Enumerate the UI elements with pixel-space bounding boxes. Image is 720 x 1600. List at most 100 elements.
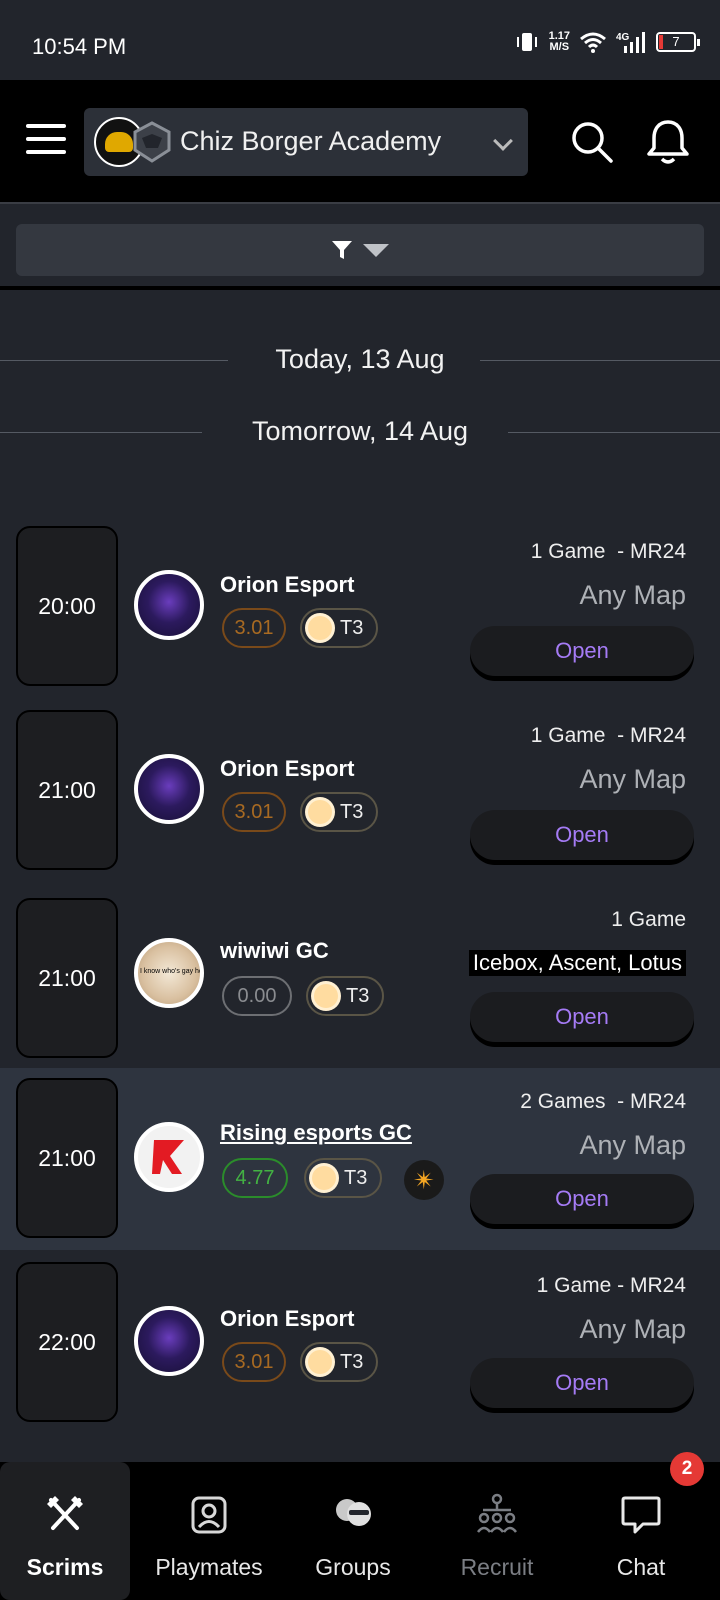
team-name: Chiz Borger Academy [180, 126, 442, 156]
tier-label: T3 [346, 984, 370, 1007]
tier-label: T3 [340, 1350, 364, 1373]
tier-label: T3 [344, 1166, 368, 1189]
scrim-time: 21:00 [16, 710, 118, 870]
scrim-row[interactable]: 20:00 Orion Esport 3.01 T3 1 Game - MR24… [0, 524, 720, 708]
rating-badge: 3.01 [222, 608, 286, 648]
rank-emblem-icon [133, 121, 171, 163]
tier-badge: T3 [304, 1158, 382, 1198]
team-avatar [134, 938, 204, 1008]
nav-playmates[interactable]: Playmates [144, 1462, 274, 1600]
bell-icon[interactable] [646, 118, 690, 166]
vibrate-icon [516, 33, 537, 51]
team-selector[interactable]: Chiz Borger Academy [84, 108, 528, 176]
team-avatar [134, 570, 204, 640]
nav-scrims[interactable]: Scrims [0, 1462, 130, 1600]
status-time: 10:54 PM [32, 34, 127, 59]
sun-icon [308, 1350, 332, 1374]
status-icons: 1.17 M/S 4G 7 [515, 30, 700, 54]
nav-label: Recruit [460, 1554, 534, 1580]
tier-badge: T3 [306, 976, 384, 1016]
nav-groups[interactable]: Groups [288, 1462, 418, 1600]
map-info: Any Map [579, 1314, 686, 1344]
menu-button[interactable] [26, 124, 66, 156]
nav-chat[interactable]: 2 Chat [576, 1452, 706, 1600]
app-header: Chiz Borger Academy [0, 80, 720, 204]
nav-label: Groups [315, 1554, 391, 1580]
tier-badge: T3 [300, 608, 378, 648]
search-icon[interactable] [570, 120, 614, 164]
scrim-row[interactable]: 21:00 Rising esports GC 4.77 T3 ✴ 2 Game… [0, 1068, 720, 1250]
scrim-time: 21:00 [16, 898, 118, 1058]
games-info: 2 Games - MR24 [520, 1090, 686, 1113]
games-info: 1 Game [611, 908, 686, 931]
rating-badge: 0.00 [222, 976, 292, 1016]
map-info: Icebox, Ascent, Lotus [468, 950, 686, 976]
net-speed: 1.17 M/S [549, 31, 570, 53]
tier-label: T3 [340, 800, 364, 823]
map-info: Any Map [579, 764, 686, 794]
games-info: 1 Game - MR24 [530, 724, 686, 747]
rising-logo-icon [152, 1140, 184, 1174]
games-info: 1 Game - MR24 [530, 540, 686, 563]
tier-label: T3 [340, 616, 364, 639]
open-button[interactable]: Open [470, 992, 694, 1042]
chevron-down-icon [493, 131, 513, 151]
masked-group-icon [336, 1499, 371, 1526]
scrim-time: 21:00 [16, 1078, 118, 1238]
scrim-row[interactable]: 22:00 Orion Esport 3.01 T3 1 Game - MR24… [0, 1252, 720, 1436]
battery-icon: 7 [656, 32, 700, 52]
nav-recruit[interactable]: Recruit [432, 1462, 562, 1600]
scrim-row[interactable]: 21:00 Orion Esport 3.01 T3 1 Game - MR24… [0, 708, 720, 892]
open-button[interactable]: Open [470, 810, 694, 860]
signal-icon: 4G [616, 32, 645, 53]
team-name[interactable]: Orion Esport [220, 572, 354, 598]
rating-badge: 3.01 [222, 1342, 286, 1382]
team-name[interactable]: wiwiwi GC [220, 938, 329, 964]
team-name[interactable]: Orion Esport [220, 756, 354, 782]
date-separator-today: Today, 13 Aug [0, 340, 720, 380]
chat-bubble-icon [621, 1496, 661, 1534]
valorant-badge-icon: ✴ [404, 1160, 444, 1200]
tier-badge: T3 [300, 792, 378, 832]
contact-card-icon [191, 1496, 227, 1534]
sun-icon [308, 800, 332, 824]
team-avatar [134, 1122, 204, 1192]
filter-button[interactable] [16, 224, 704, 276]
map-info: Any Map [579, 580, 686, 610]
map-info: Any Map [579, 1130, 686, 1160]
nav-label: Scrims [26, 1554, 104, 1580]
scrim-list[interactable]: Today, 13 Aug Tomorrow, 14 Aug 20:00 Ori… [0, 294, 720, 1460]
nav-label: Playmates [155, 1554, 263, 1580]
rating-badge: 4.77 [222, 1158, 288, 1198]
svg-text:4G: 4G [616, 32, 630, 43]
open-button[interactable]: Open [470, 1174, 694, 1224]
nav-label: Chat [616, 1554, 666, 1580]
caret-down-icon [363, 244, 389, 257]
open-button[interactable]: Open [470, 1358, 694, 1408]
wifi-icon [580, 32, 606, 53]
team-name[interactable]: Orion Esport [220, 1306, 354, 1332]
bottom-nav: Scrims Playmates Groups Recruit 2 Chat [0, 1452, 720, 1600]
sun-icon [314, 984, 338, 1008]
open-button[interactable]: Open [470, 626, 694, 676]
status-bar: 10:54 PM 1.17 M/S 4G 7 [0, 0, 720, 80]
crossed-axes-icon [47, 1496, 83, 1530]
scrim-time: 20:00 [16, 526, 118, 686]
rating-badge: 3.01 [222, 792, 286, 832]
org-chart-icon [477, 1493, 517, 1533]
sun-icon [308, 616, 332, 640]
team-name-link[interactable]: Rising esports GC [220, 1120, 412, 1146]
battery-level: 7 [672, 34, 680, 49]
scrim-time: 22:00 [16, 1262, 118, 1422]
games-info: 1 Game - MR24 [536, 1274, 686, 1297]
net-speed-unit: M/S [549, 41, 570, 53]
date-separator-tomorrow: Tomorrow, 14 Aug [0, 412, 720, 452]
hamburger-icon [26, 124, 66, 128]
sun-icon [312, 1166, 336, 1190]
scrim-row[interactable]: 21:00 wiwiwi GC 0.00 T3 1 Game Icebox, A… [0, 892, 720, 1076]
filter-bar [0, 206, 720, 290]
tier-badge: T3 [300, 1342, 378, 1382]
team-avatar [134, 754, 204, 824]
filter-icon [332, 241, 352, 259]
team-avatar [134, 1306, 204, 1376]
